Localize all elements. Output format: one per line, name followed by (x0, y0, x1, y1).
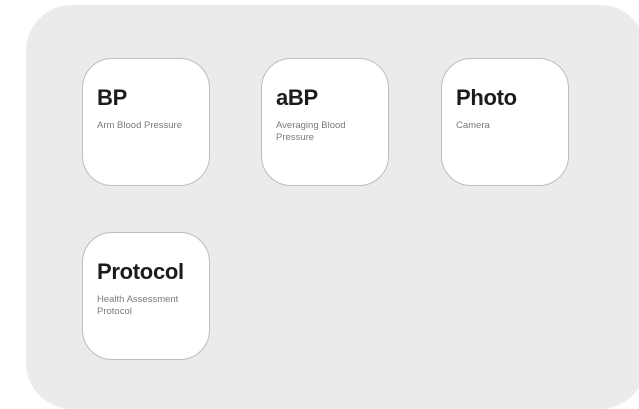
abp-tile[interactable]: aBP Averaging Blood Pressure (261, 58, 389, 186)
bp-title: BP (97, 85, 127, 110)
abp-subtitle: Averaging Blood Pressure (276, 120, 346, 143)
protocol-subtitle: Health Assessment Protocol (97, 294, 179, 317)
protocol-tile[interactable]: Protocol Health Assessment Protocol (82, 232, 210, 360)
protocol-title: Protocol (97, 259, 184, 284)
photo-title: Photo (456, 85, 517, 110)
photo-subtitle: Camera (456, 120, 490, 131)
bp-subtitle: Arm Blood Pressure (97, 120, 183, 131)
photo-tile[interactable]: Photo Camera (441, 58, 569, 186)
bp-tile[interactable]: BP Arm Blood Pressure (82, 58, 210, 186)
abp-title: aBP (276, 85, 318, 110)
